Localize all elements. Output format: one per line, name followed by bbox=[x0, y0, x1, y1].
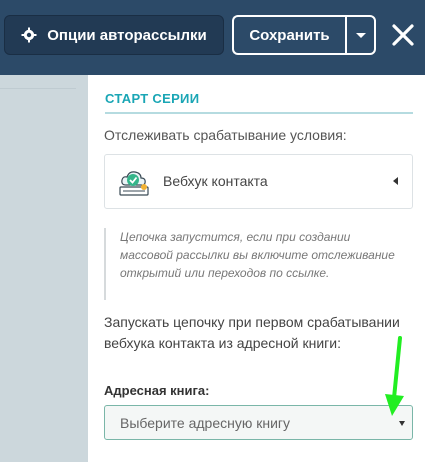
section-title: СТАРТ СЕРИИ bbox=[105, 91, 200, 106]
save-options-dropdown-button[interactable] bbox=[345, 15, 376, 55]
address-book-select[interactable]: Выберите адресную книгу bbox=[104, 405, 413, 440]
webhook-cloud-icon bbox=[119, 171, 149, 196]
top-bar: Опции авторассылки Сохранить bbox=[0, 0, 425, 75]
background-panel bbox=[0, 75, 88, 462]
settings-panel: СТАРТ СЕРИИ Отслеживать срабатывание усл… bbox=[88, 75, 425, 462]
section-divider bbox=[105, 112, 413, 114]
campaign-options-label: Опции авторассылки bbox=[47, 26, 207, 44]
info-note: Цепочка запустится, если при создании ма… bbox=[104, 228, 404, 300]
condition-select[interactable]: Вебхук контакта bbox=[104, 154, 413, 209]
background-divider bbox=[0, 88, 76, 89]
annotation-arrow-icon bbox=[385, 336, 404, 416]
save-label: Сохранить bbox=[249, 26, 330, 44]
campaign-options-button[interactable]: Опции авторассылки bbox=[4, 15, 224, 55]
track-condition-label: Отслеживать срабатывание условия: bbox=[104, 127, 347, 143]
caret-down-icon bbox=[399, 421, 405, 426]
address-book-label: Адресная книга: bbox=[104, 383, 210, 398]
address-book-placeholder: Выберите адресную книгу bbox=[120, 415, 291, 431]
close-icon[interactable] bbox=[388, 20, 418, 50]
save-button[interactable]: Сохранить bbox=[232, 15, 345, 55]
gear-icon bbox=[21, 27, 37, 43]
condition-value: Вебхук контакта bbox=[163, 173, 268, 189]
start-description: Запускать цепочку при первом срабатывани… bbox=[104, 314, 400, 351]
button-divider bbox=[345, 15, 347, 55]
chevron-down-icon bbox=[355, 32, 366, 38]
caret-left-icon bbox=[393, 177, 398, 185]
